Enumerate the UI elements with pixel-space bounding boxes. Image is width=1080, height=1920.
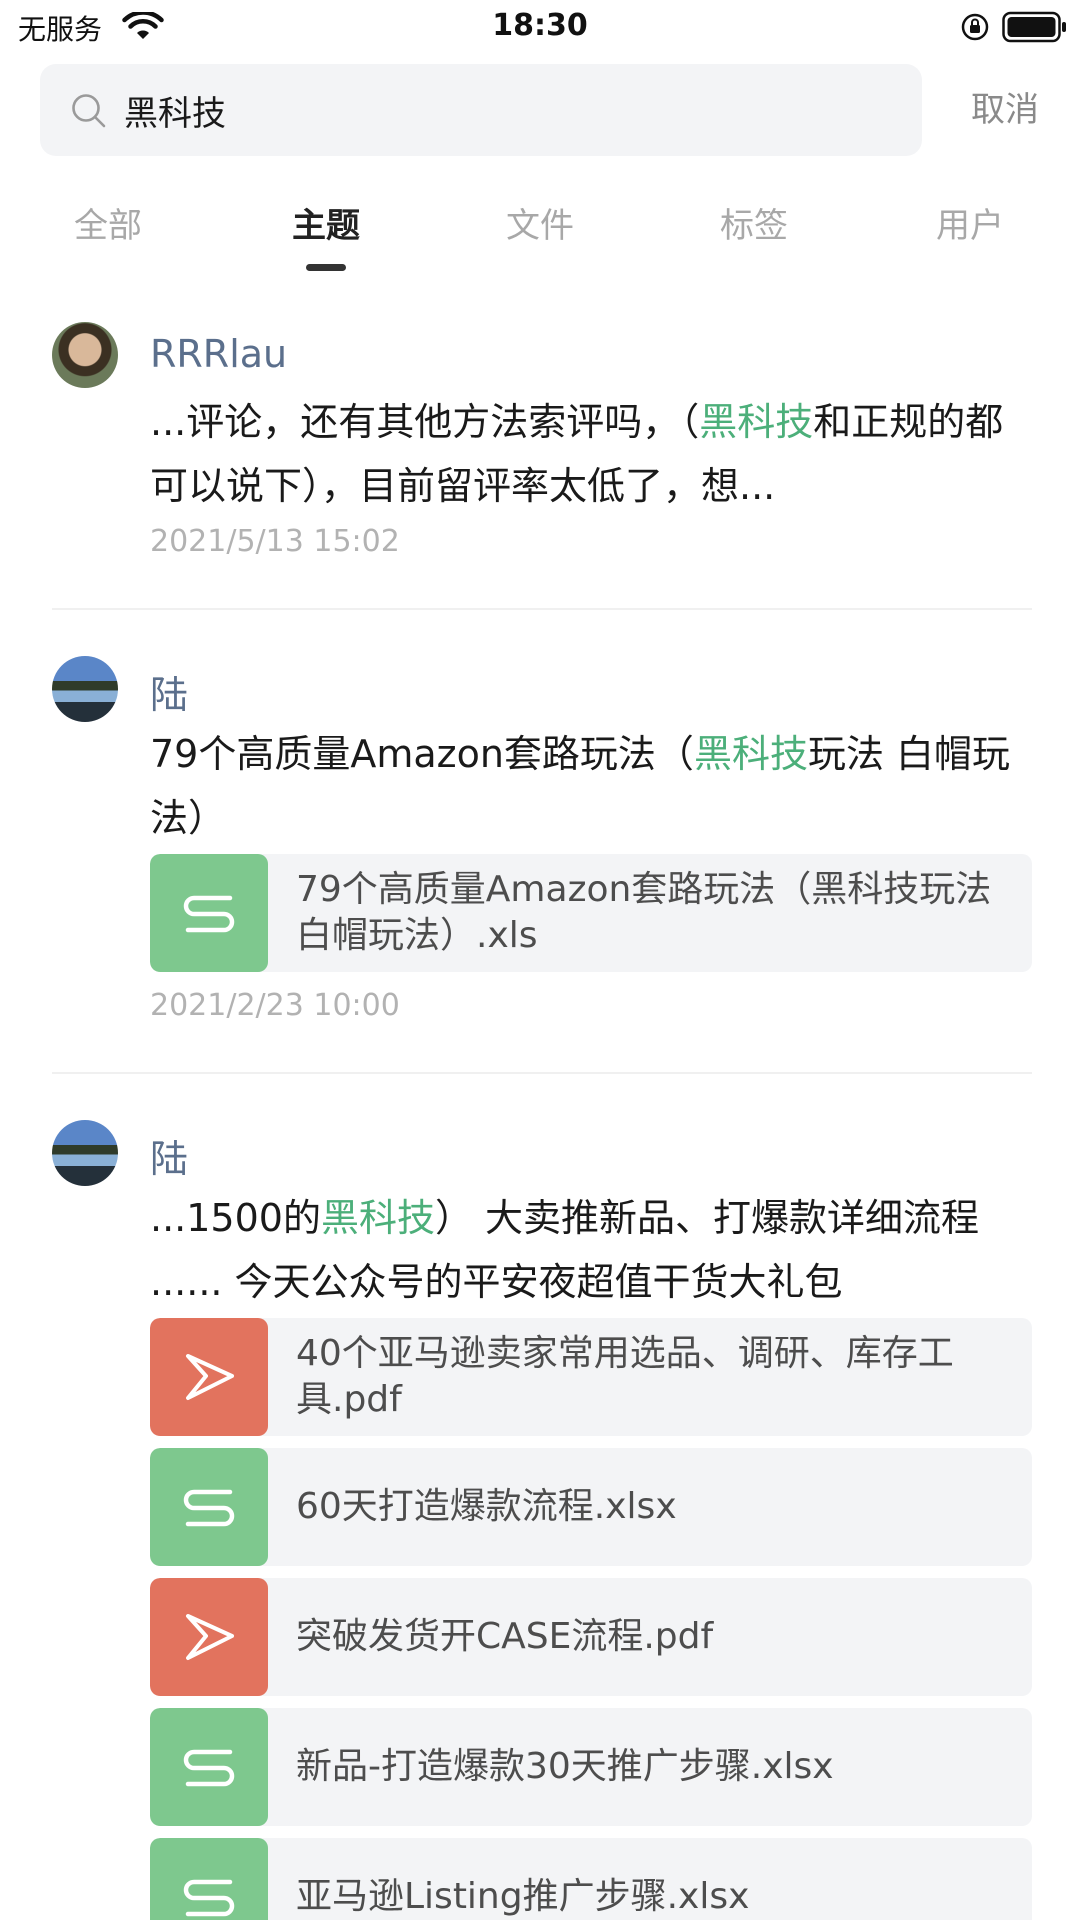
tab-users[interactable]: 用户 <box>900 196 1040 256</box>
divider <box>52 1072 1032 1074</box>
file-attachment[interactable]: 79个高质量Amazon套路玩法（黑科技玩法 白帽玩法）.xls <box>150 854 1032 972</box>
category-tabs: 全部 主题 文件 标签 用户 <box>0 196 1080 276</box>
search-results-page: 无服务 18:30 取消 全部 主题 文件 标签 用户 <box>0 0 1080 1920</box>
rotation-lock-icon <box>961 13 989 41</box>
active-tab-indicator <box>306 264 346 271</box>
file-name: 79个高质量Amazon套路玩法（黑科技玩法 白帽玩法）.xls <box>296 869 992 956</box>
tab-topics[interactable]: 主题 <box>256 196 396 256</box>
sheet-icon <box>150 1708 268 1826</box>
search-input[interactable] <box>124 82 884 138</box>
username[interactable]: 陆 <box>150 664 188 719</box>
result-snippet: ...1500的黑科技） 大卖推新品、打爆款详细流程 ...... 今天公众号的… <box>150 1196 980 1304</box>
result-snippet: ...评论，还有其他方法索评吗，（黑科技和正规的都可以说下），目前留评率太低了，… <box>150 400 1004 508</box>
clock: 18:30 <box>492 8 588 43</box>
timestamp: 2021/5/13 15:02 <box>150 524 400 559</box>
sheet-icon <box>150 1838 268 1920</box>
file-attachment[interactable]: 亚马逊Listing推广步骤.xlsx <box>150 1838 1032 1920</box>
result-snippet: 79个高质量Amazon套路玩法（黑科技玩法 白帽玩法） <box>150 732 1011 840</box>
battery-icon <box>1002 11 1066 43</box>
pdf-icon <box>150 1318 268 1436</box>
file-attachment[interactable]: 60天打造爆款流程.xlsx <box>150 1448 1032 1566</box>
file-name: 突破发货开CASE流程.pdf <box>296 1616 714 1657</box>
tab-tags[interactable]: 标签 <box>684 196 824 256</box>
keyword-highlight: 黑科技 <box>320 1196 435 1240</box>
divider <box>52 608 1032 610</box>
file-name: 60天打造爆款流程.xlsx <box>296 1486 677 1527</box>
avatar[interactable] <box>52 322 118 388</box>
sheet-icon <box>150 854 268 972</box>
avatar[interactable] <box>52 1120 118 1186</box>
sheet-icon <box>150 1448 268 1566</box>
file-attachment[interactable]: 突破发货开CASE流程.pdf <box>150 1578 1032 1696</box>
file-name: 亚马逊Listing推广步骤.xlsx <box>296 1876 750 1917</box>
username[interactable]: RRRlau <box>150 332 287 376</box>
file-attachment[interactable]: 40个亚马逊卖家常用选品、调研、库存工具.pdf <box>150 1318 1032 1436</box>
keyword-highlight: 黑科技 <box>699 400 814 444</box>
search-icon <box>72 94 106 128</box>
keyword-highlight: 黑科技 <box>693 732 808 776</box>
file-name: 40个亚马逊卖家常用选品、调研、库存工具.pdf <box>296 1333 954 1420</box>
tab-all[interactable]: 全部 <box>38 196 178 256</box>
username[interactable]: 陆 <box>150 1128 188 1183</box>
cancel-button[interactable]: 取消 <box>950 80 1060 140</box>
pdf-icon <box>150 1578 268 1696</box>
file-name: 新品-打造爆款30天推广步骤.xlsx <box>296 1746 834 1787</box>
timestamp: 2021/2/23 10:00 <box>150 988 400 1023</box>
file-attachment[interactable]: 新品-打造爆款30天推广步骤.xlsx <box>150 1708 1032 1826</box>
search-bar[interactable] <box>40 64 922 156</box>
status-bar: 无服务 18:30 <box>0 0 1080 54</box>
tab-files[interactable]: 文件 <box>470 196 610 256</box>
avatar[interactable] <box>52 656 118 722</box>
